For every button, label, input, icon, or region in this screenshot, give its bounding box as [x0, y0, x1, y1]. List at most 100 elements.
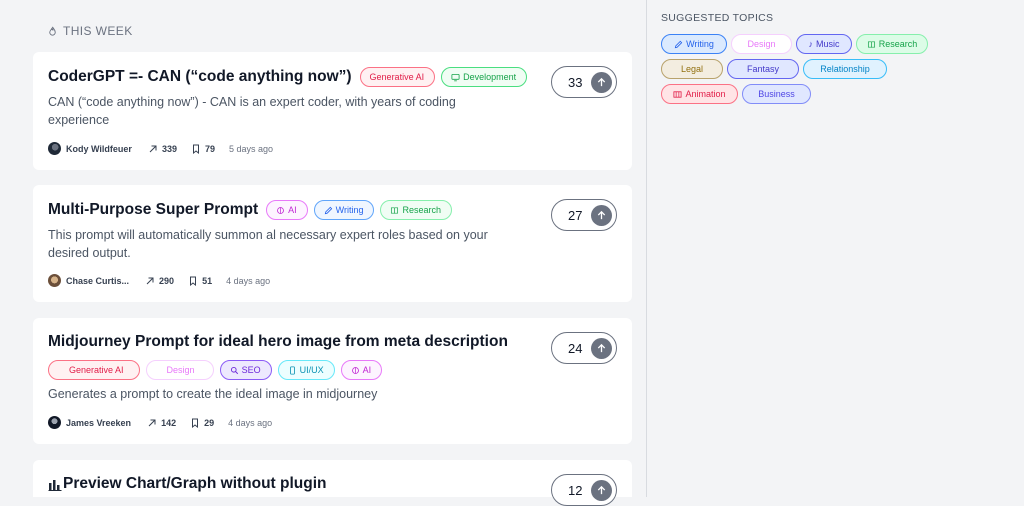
brain-icon — [277, 206, 284, 214]
prompt-description: Generates a prompt to create the ideal i… — [48, 387, 378, 401]
arrow-up-right-icon — [148, 419, 156, 426]
suggested-topics-panel: SUGGESTED TOPICS Writing Design ♪ Music … — [647, 0, 1024, 497]
tag-label: AI — [362, 365, 372, 375]
prompt-title[interactable]: Multi-Purpose Super Prompt — [48, 201, 258, 219]
upvote-button[interactable]: 33 — [551, 66, 617, 98]
avatar[interactable] — [48, 142, 61, 155]
arrow-up-icon[interactable] — [591, 204, 612, 226]
vote-count: 12 — [568, 482, 583, 498]
pen-icon — [674, 40, 683, 48]
prompt-feed: THIS WEEK CoderGPT =- CAN (“code anythin… — [0, 0, 646, 506]
music-note-icon: ♪ — [808, 39, 813, 49]
avatar[interactable] — [48, 274, 61, 287]
frames-icon — [673, 90, 682, 98]
prompt-card[interactable]: Multi-Purpose Super Prompt AI Writing Re… — [33, 185, 632, 302]
section-label: THIS WEEK — [47, 24, 133, 38]
topic-design[interactable]: Design — [731, 34, 792, 54]
save-count-value: 29 — [204, 417, 215, 428]
bookmark-icon — [192, 144, 199, 154]
share-count[interactable]: 339 — [148, 144, 177, 154]
save-count[interactable]: 51 — [188, 276, 212, 286]
tag-label: Development — [463, 72, 517, 82]
section-label-text: THIS WEEK — [63, 24, 133, 38]
tag-generative-ai[interactable]: Generative AI — [359, 67, 436, 87]
topic-relationship[interactable]: Relationship — [803, 59, 887, 79]
topic-writing[interactable]: Writing — [661, 34, 727, 54]
tag-label: SEO — [241, 365, 261, 375]
topic-label: Design — [747, 39, 776, 49]
prompt-description: CAN (“code anything now”) - CAN is an ex… — [48, 95, 456, 127]
tag-seo[interactable]: SEO — [219, 360, 272, 380]
topic-research[interactable]: Research — [856, 34, 928, 54]
search-icon — [230, 366, 238, 374]
save-count[interactable]: 29 — [190, 418, 214, 428]
prompt-card[interactable]: CoderGPT =- CAN (“code anything now”) Ge… — [33, 52, 632, 170]
prompt-title[interactable]: Midjourney Prompt for ideal hero image f… — [48, 333, 508, 351]
tag-research[interactable]: Research — [380, 200, 453, 220]
arrow-up-icon[interactable] — [591, 71, 612, 93]
save-count-value: 79 — [204, 143, 215, 154]
tag-development[interactable]: Development — [441, 67, 528, 87]
prompt-card[interactable]: Midjourney Prompt for ideal hero image f… — [33, 318, 632, 444]
upvote-button[interactable]: 27 — [551, 199, 617, 231]
tag-label: Generative AI — [69, 365, 124, 375]
author-name[interactable]: Kody Wildfeuer — [66, 144, 132, 154]
share-count-value: 290 — [159, 275, 175, 286]
tag-label: Design — [166, 365, 195, 375]
topic-label: Relationship — [820, 64, 870, 74]
topic-business[interactable]: Business — [742, 84, 811, 104]
tag-writing[interactable]: Writing — [313, 200, 375, 220]
save-count-value: 51 — [202, 275, 213, 286]
topic-music[interactable]: ♪ Music — [796, 34, 852, 54]
upvote-button[interactable]: 12 — [551, 474, 617, 506]
vote-count: 27 — [568, 207, 583, 223]
share-count-value: 142 — [161, 417, 177, 428]
topic-label: Animation — [685, 89, 726, 99]
share-count[interactable]: 290 — [145, 276, 174, 286]
tag-label: Writing — [335, 205, 364, 215]
topic-label: Music — [815, 39, 840, 49]
arrow-up-right-icon — [149, 145, 157, 152]
bookmark-icon — [192, 418, 199, 428]
save-count[interactable]: 79 — [191, 144, 215, 154]
tag-ai[interactable]: AI — [340, 360, 383, 380]
author-name[interactable]: Chase Curtis... — [66, 276, 129, 286]
phone-icon — [289, 365, 295, 375]
tag-uiux[interactable]: UI/UX — [277, 360, 335, 380]
vote-count: 33 — [568, 74, 583, 90]
share-count[interactable]: 142 — [147, 418, 176, 428]
upvote-button[interactable]: 24 — [551, 332, 617, 364]
topic-legal[interactable]: Legal — [661, 59, 723, 79]
topic-label: Legal — [680, 64, 704, 74]
prompt-description: This prompt will automatically summon al… — [48, 228, 488, 260]
topic-label: Business — [758, 89, 795, 99]
author-name[interactable]: James Vreeken — [66, 418, 131, 428]
timestamp: 4 days ago — [226, 275, 271, 286]
pen-icon — [324, 206, 332, 214]
prompt-card[interactable]: Preview Chart/Graph without plugin 12 — [33, 460, 632, 506]
monitor-icon — [451, 73, 460, 81]
book-icon — [391, 206, 399, 214]
avatar[interactable] — [48, 416, 61, 429]
tag-generative-ai[interactable]: Generative AI — [48, 360, 140, 380]
topic-animation[interactable]: Animation — [661, 84, 738, 104]
book-icon — [867, 40, 875, 48]
arrow-up-icon[interactable] — [591, 479, 612, 501]
bar-chart-icon — [48, 480, 62, 491]
share-count-value: 339 — [161, 143, 177, 154]
tag-design[interactable]: Design — [145, 360, 214, 380]
timestamp: 4 days ago — [228, 417, 273, 428]
tag-label: AI — [288, 205, 297, 215]
suggested-topics-title: SUGGESTED TOPICS — [661, 12, 774, 24]
flame-icon — [49, 26, 56, 36]
prompt-title[interactable]: CoderGPT =- CAN (“code anything now”) — [48, 68, 352, 86]
prompt-title[interactable]: Preview Chart/Graph without plugin — [63, 475, 327, 493]
brain-icon — [351, 366, 359, 374]
tag-ai[interactable]: AI — [266, 200, 308, 220]
tag-label: Generative AI — [369, 72, 425, 82]
topic-fantasy[interactable]: Fantasy — [727, 59, 799, 79]
topic-label: Fantasy — [746, 64, 779, 74]
topic-label: Research — [878, 39, 918, 49]
tag-label: UI/UX — [299, 365, 324, 375]
arrow-up-icon[interactable] — [591, 337, 612, 359]
